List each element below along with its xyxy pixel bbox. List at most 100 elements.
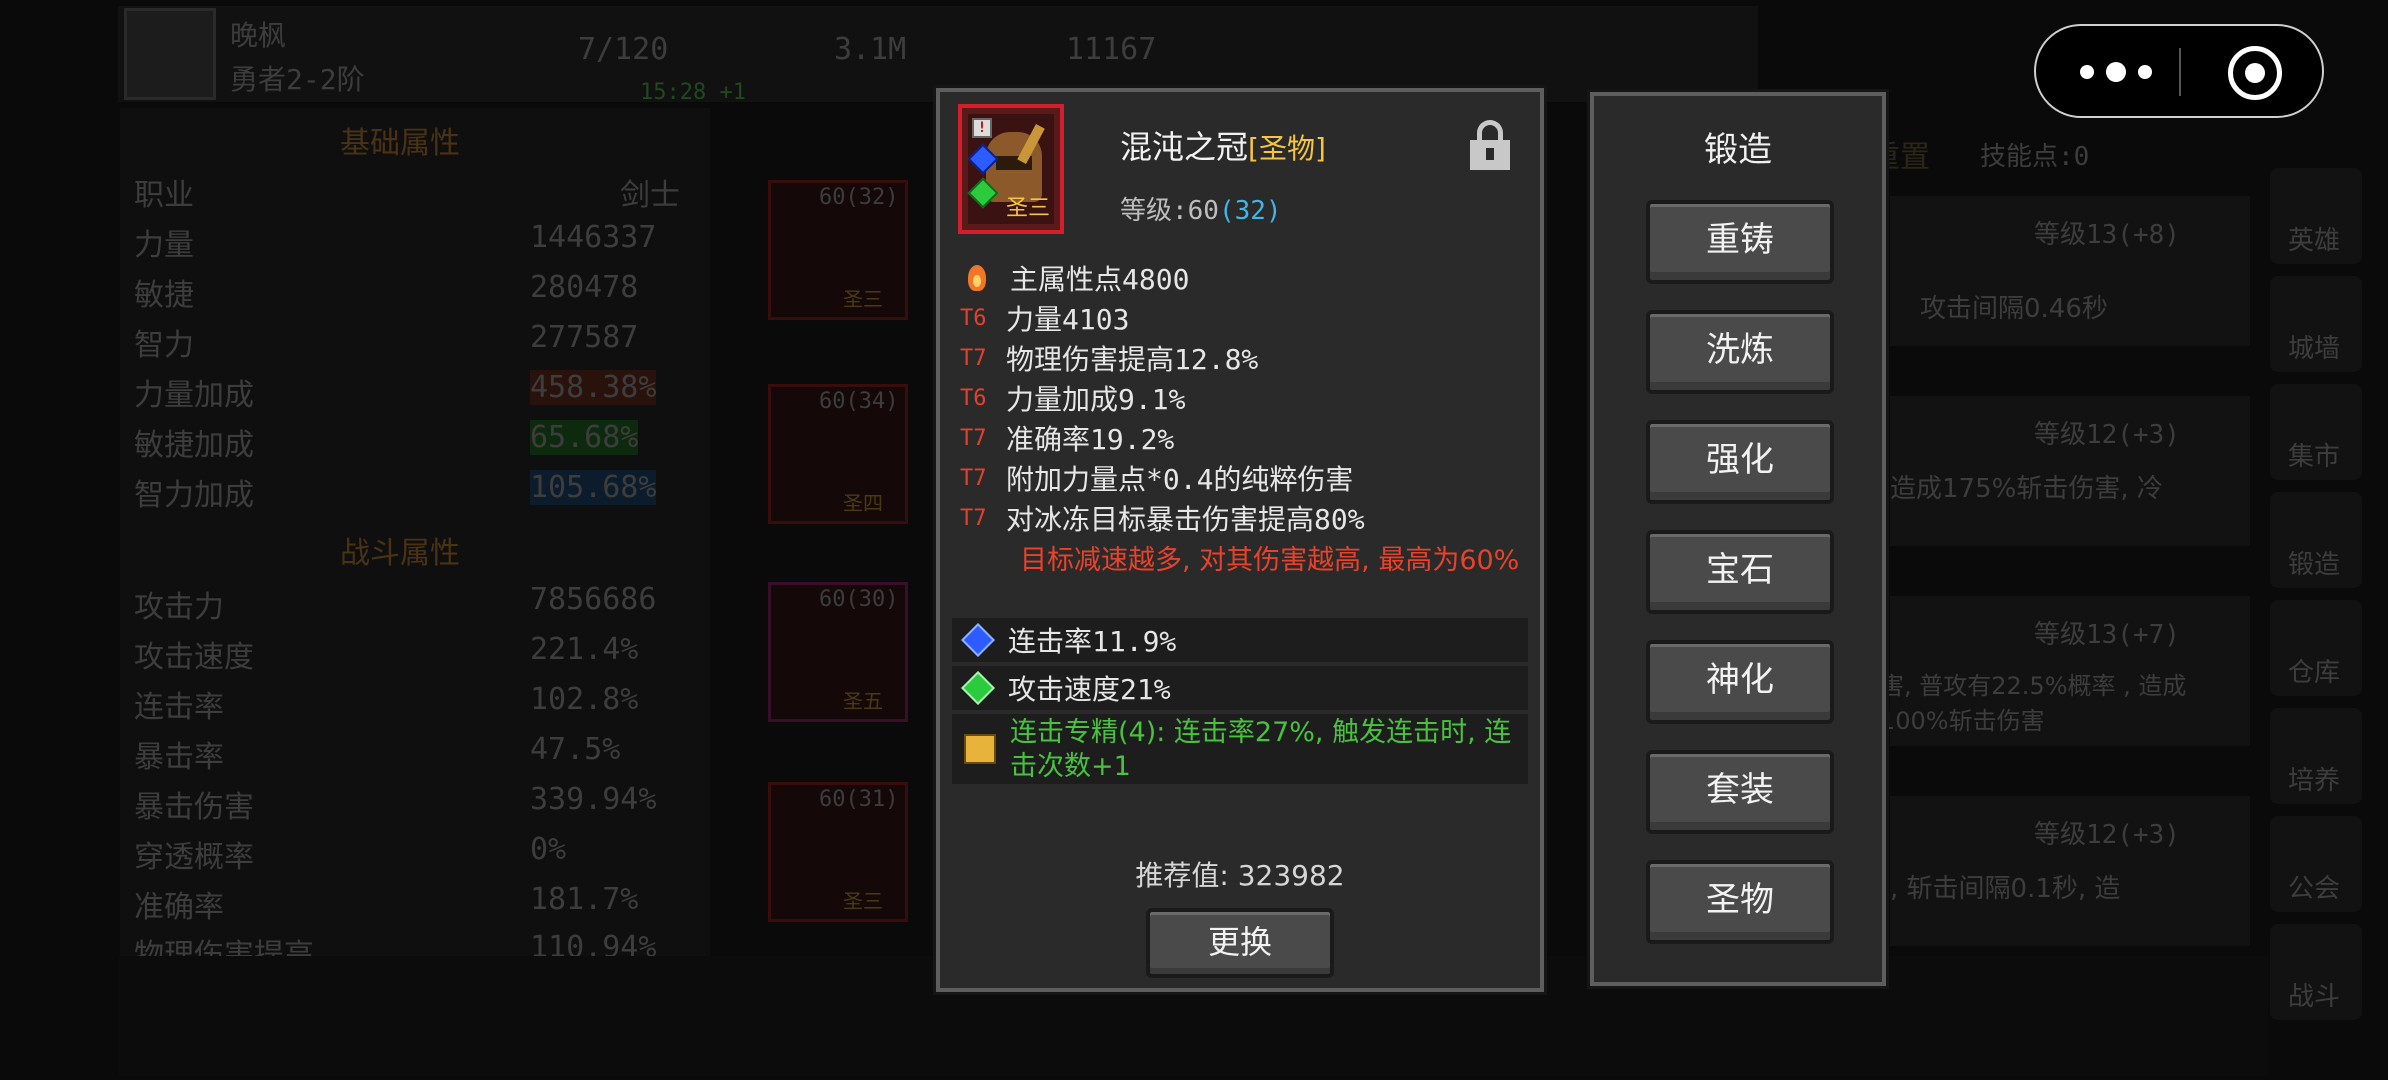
stats-panel: 基础属性 职业 剑士 力量 1446337 敏捷 280478 智力 27758… <box>120 108 710 973</box>
gem-button[interactable]: 宝石 <box>1646 530 1834 614</box>
deify-button[interactable]: 神化 <box>1646 640 1834 724</box>
skill-desc: 造成175%斩击伤害, 冷 <box>1890 474 2163 504</box>
gem-stat: 攻击速度21% <box>1008 673 1171 706</box>
close-miniprogram-icon[interactable] <box>2228 46 2282 100</box>
capsule-divider <box>2179 48 2181 96</box>
stat-label: 力量加成 <box>134 378 254 413</box>
flame-icon <box>968 265 986 291</box>
stat-value: 剑士 <box>620 178 680 213</box>
miniprogram-capsule <box>2034 24 2324 118</box>
replace-button[interactable]: 更换 <box>1146 908 1334 978</box>
equip-slot[interactable]: 60(30) 圣五 <box>768 582 908 722</box>
item-name: 混沌之冠[圣物] <box>1120 122 1326 168</box>
gem-stat: 连击率11.9% <box>1008 625 1177 658</box>
relic-button[interactable]: 圣物 <box>1646 860 1834 944</box>
slot-tier: 圣三 <box>843 889 883 913</box>
skill-desc: 害, 普攻有22.5%概率 , 造成100%斩击伤害 <box>1880 672 2187 735</box>
skill-level: 等级12(+3) <box>2034 820 2180 850</box>
nav-label: 英雄 <box>2288 226 2341 256</box>
nav-guild[interactable]: 公会 <box>2270 816 2362 912</box>
base-attr-header: 基础属性 <box>340 126 460 161</box>
refine-button[interactable]: 洗炼 <box>1646 310 1834 394</box>
nav-hero[interactable]: 英雄 <box>2270 168 2362 264</box>
affix-tier: T7 <box>960 505 987 531</box>
skill-list: 等级13(+8) 攻击间隔0.46秒 等级12(+3) 造成175%斩击伤害, … <box>1880 196 2270 956</box>
gem-socket-row: 攻击速度21% <box>952 666 1528 710</box>
stat-value: 65.68% <box>530 420 639 455</box>
enhance-button[interactable]: 强化 <box>1646 420 1834 504</box>
main-attribute-row: 主属性点4800 <box>954 258 1189 298</box>
main-attribute: 主属性点4800 <box>1010 263 1190 296</box>
item-level: 等级:60(32) <box>1120 190 1282 227</box>
nav-battle[interactable]: 战斗 <box>2270 924 2362 1020</box>
lock-icon[interactable] <box>1470 120 1510 170</box>
recommend-value: 推荐值: 323982 <box>1135 859 1345 892</box>
affix-text: 力量4103 <box>1006 303 1130 336</box>
skill-card[interactable]: 等级12(+3) , 斩击间隔0.1秒, 造 <box>1890 796 2250 946</box>
affix-row: T7 附加力量点*0.4的纯粹伤害 <box>954 458 1353 498</box>
slot-tier: 圣四 <box>843 491 883 515</box>
equip-slot[interactable]: 60(34) 圣四 <box>768 384 908 524</box>
affix-tier: T6 <box>960 305 987 331</box>
player-avatar[interactable] <box>124 8 216 100</box>
skill-card[interactable]: 等级13(+7) 害, 普攻有22.5%概率 , 造成100%斩击伤害 <box>1880 596 2250 746</box>
affix-tier: T7 <box>960 345 987 371</box>
stat-value: 221.4% <box>530 632 639 667</box>
gem-socket-row: 连击率11.9% <box>952 618 1528 662</box>
nav-train[interactable]: 培养 <box>2270 708 2362 804</box>
green-gem-icon <box>961 671 995 705</box>
nav-label: 仓库 <box>2288 658 2341 688</box>
affix-tier: T6 <box>960 385 987 411</box>
forge-panel: 锻造 重铸 洗炼 强化 宝石 神化 套装 圣物 <box>1587 89 1889 989</box>
nav-market[interactable]: 集市 <box>2270 384 2362 480</box>
nav-wall[interactable]: 城墙 <box>2270 276 2362 372</box>
stat-label: 准确率 <box>134 890 224 925</box>
player-name: 晚枫 <box>230 19 287 52</box>
affix-text: 附加力量点*0.4的纯粹伤害 <box>1006 463 1354 496</box>
stat-value: 280478 <box>530 270 639 305</box>
nav-label: 集市 <box>2288 442 2341 472</box>
slot-tier: 圣五 <box>843 689 883 713</box>
equip-slot[interactable]: 60(32) 圣三 <box>768 180 908 320</box>
stat-value: 102.8% <box>530 682 639 717</box>
nav-label: 城墙 <box>2288 334 2341 364</box>
skill-card[interactable]: 等级13(+8) 攻击间隔0.46秒 <box>1890 196 2250 346</box>
set-button[interactable]: 套装 <box>1646 750 1834 834</box>
stamina-timer: 15:28 +1 <box>640 80 746 105</box>
nav-warehouse[interactable]: 仓库 <box>2270 600 2362 696</box>
affix-tier: T7 <box>960 425 987 451</box>
item-name-text: 混沌之冠 <box>1120 128 1249 166</box>
set-bonus-box: 连击专精(4): 连击率27%, 触发连击时, 连击次数+1 <box>952 714 1528 784</box>
recast-button[interactable]: 重铸 <box>1646 200 1834 284</box>
slot-level: 60(30) <box>819 587 899 612</box>
stat-label: 敏捷加成 <box>134 428 254 463</box>
stat-value: 277587 <box>530 320 639 355</box>
item-rarity: [圣物] <box>1248 132 1326 165</box>
skill-card[interactable]: 等级12(+3) 造成175%斩击伤害, 冷 <box>1890 396 2250 546</box>
equip-slot[interactable]: 60(31) 圣三 <box>768 782 908 922</box>
affix-row: T6 力量加成9.1% <box>954 378 1185 418</box>
gem-value: 11167 <box>1066 32 1157 67</box>
gold-value: 3.1M <box>834 32 907 67</box>
stat-value: 105.68% <box>530 470 657 505</box>
item-level-value: 等级:60 <box>1120 196 1219 226</box>
more-menu-icon[interactable] <box>2080 54 2152 90</box>
skill-level: 等级12(+3) <box>2034 420 2180 450</box>
stat-label: 力量 <box>134 228 194 263</box>
item-tier-badge: 圣三 <box>1005 196 1050 221</box>
special-effect-desc: 目标减速越多, 对其伤害越高, 最高为60% <box>1020 545 1520 576</box>
stamina-value: 7/120 <box>578 32 669 67</box>
affix-tier: T7 <box>960 465 987 491</box>
forge-title: 锻造 <box>1704 130 1772 170</box>
scroll-icon <box>964 734 996 764</box>
nav-label: 战斗 <box>2288 982 2341 1012</box>
nav-label: 锻造 <box>2288 550 2341 580</box>
stat-label: 暴击率 <box>134 740 224 775</box>
slot-level: 60(34) <box>819 389 899 414</box>
item-level-bonus: (32) <box>1218 196 1282 226</box>
stat-label: 穿透概率 <box>134 840 254 875</box>
nav-forge[interactable]: 锻造 <box>2270 492 2362 588</box>
skill-desc: , 斩击间隔0.1秒, 造 <box>1890 874 2121 904</box>
exclamation-icon: ! <box>972 118 992 138</box>
stat-value: 181.7% <box>530 882 639 917</box>
